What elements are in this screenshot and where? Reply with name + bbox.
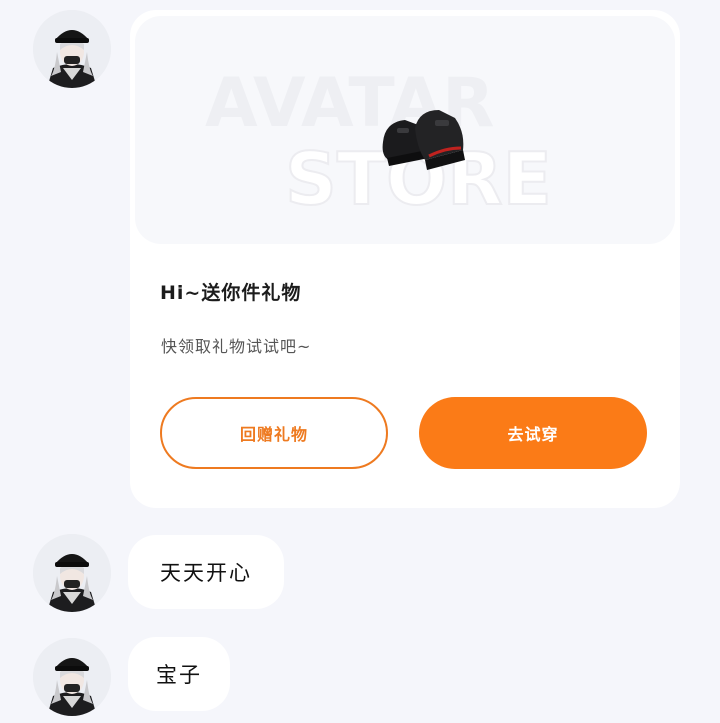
sender-avatar[interactable] <box>33 638 111 716</box>
gift-title: Hi~送你件礼物 <box>160 282 302 304</box>
user-avatar-icon <box>33 534 111 612</box>
user-avatar-icon <box>33 10 111 88</box>
try-on-button[interactable]: 去试穿 <box>419 397 647 469</box>
sender-avatar[interactable] <box>33 10 111 88</box>
return-gift-button[interactable]: 回赠礼物 <box>160 397 388 469</box>
black-platform-shoes-icon <box>382 110 465 170</box>
gift-card: AVATAR STORE Hi~送你件礼物 快领取礼物试试吧~ 回赠礼物 去试穿 <box>130 10 680 508</box>
gift-banner: AVATAR STORE <box>135 16 675 244</box>
message-bubble[interactable]: 宝子 <box>128 637 230 711</box>
gift-subtitle: 快领取礼物试试吧~ <box>161 337 312 356</box>
sender-avatar[interactable] <box>33 534 111 612</box>
message-bubble[interactable]: 天天开心 <box>128 535 284 609</box>
chat-thread: AVATAR STORE Hi~送你件礼物 快领取礼物试试吧~ 回赠礼物 去试穿 <box>0 0 720 723</box>
user-avatar-icon <box>33 638 111 716</box>
